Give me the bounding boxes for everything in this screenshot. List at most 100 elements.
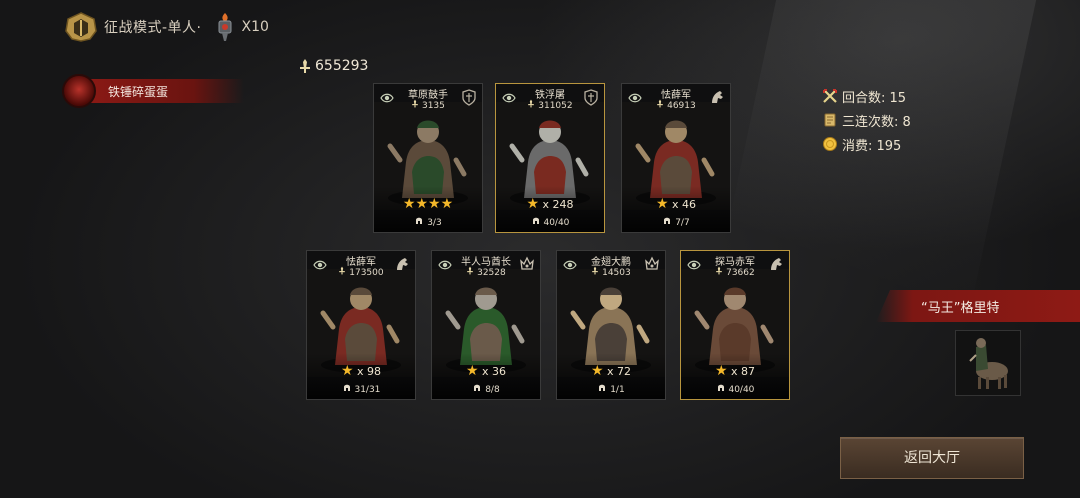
battle-stats: 回合数: 15 三连次数: 8 消费: 195 <box>822 84 911 156</box>
stat-combos: 三连次数: 8 <box>822 108 911 132</box>
top-bar: 征战模式-单人· X10 <box>64 10 269 44</box>
return-lobby-button[interactable]: 返回大厅 <box>840 437 1024 479</box>
shield-crest-icon <box>462 89 476 106</box>
unit-stars: ★ x 46 <box>622 197 730 211</box>
unit-troops-value: 40/40 <box>543 218 570 228</box>
player-avatar <box>62 74 96 108</box>
helmet-emblem-icon <box>65 12 97 42</box>
star-icon: ★ <box>526 196 540 212</box>
unit-star-multiplier: x 98 <box>357 365 382 378</box>
unit-power-value: 311052 <box>538 101 573 111</box>
unit-troops-value: 8/8 <box>485 385 500 395</box>
helmet-troop-icon <box>717 384 724 391</box>
boss-name: “马王”格里特 <box>921 301 1000 316</box>
unit-star-multiplier: x 36 <box>482 365 507 378</box>
mode-label: 征战模式-单人· <box>104 20 202 36</box>
star-icon: ★ <box>340 363 354 379</box>
unit-troops: 7/7 <box>622 215 730 228</box>
unit-troops: 3/3 <box>374 215 482 228</box>
total-power: 655293 <box>298 58 368 74</box>
unit-power-value: 14503 <box>602 268 631 278</box>
star-icon: ★ <box>440 196 454 212</box>
view-eye-icon[interactable] <box>313 259 327 271</box>
helmet-troop-icon <box>599 384 606 391</box>
star-icon: ★ <box>465 363 479 379</box>
unit-stars: ★ x 36 <box>432 364 540 378</box>
unit-troops: 40/40 <box>496 215 604 228</box>
unit-card[interactable]: 探马赤军 73662 ★ x 87 40/40 <box>680 250 790 400</box>
scroll-icon <box>824 113 836 127</box>
attempt-count: X10 <box>241 19 269 35</box>
helmet-troop-icon <box>532 217 539 224</box>
unit-card[interactable]: 怯薛军 46913 ★ x 46 7/7 <box>621 83 731 233</box>
unit-troops: 31/31 <box>307 382 415 395</box>
unit-power-value: 3135 <box>421 101 445 111</box>
player-name: 铁锤碎蛋蛋 <box>108 85 169 99</box>
unit-card[interactable]: 草原鼓手 3135 ★★★★ 3/3 <box>373 83 483 233</box>
horse-crest-icon <box>397 258 408 270</box>
view-eye-icon[interactable] <box>502 92 516 104</box>
crossed-swords-icon <box>823 89 837 103</box>
star-icon: ★ <box>714 363 728 379</box>
unit-card[interactable]: 半人马酋长 32528 ★ x 36 8/8 <box>431 250 541 400</box>
sword-power-icon <box>528 99 535 108</box>
unit-troops-value: 3/3 <box>427 218 442 228</box>
boss-centaur-art <box>956 331 1020 395</box>
star-icon: ★ <box>428 196 441 212</box>
total-power-value: 655293 <box>315 58 369 74</box>
unit-troops: 1/1 <box>557 382 665 395</box>
star-icon: ★ <box>415 196 428 212</box>
crown-crest-icon <box>520 256 534 270</box>
stat-rounds: 回合数: 15 <box>822 84 911 108</box>
horse-crest-icon <box>771 258 782 270</box>
sword-power-icon <box>339 266 346 275</box>
unit-stars: ★ x 87 <box>681 364 789 378</box>
view-eye-icon[interactable] <box>687 259 701 271</box>
sword-power-icon <box>716 266 723 275</box>
unit-power-value: 32528 <box>477 268 506 278</box>
view-eye-icon[interactable] <box>438 259 452 271</box>
stat-cost-text: 消费: 195 <box>842 138 902 154</box>
stat-rounds-text: 回合数: 15 <box>842 90 907 106</box>
helmet-troop-icon <box>416 217 423 224</box>
unit-troops: 40/40 <box>681 382 789 395</box>
unit-troops-value: 7/7 <box>675 218 690 228</box>
unit-stars: ★ x 72 <box>557 364 665 378</box>
sword-power-icon <box>592 266 599 275</box>
horse-crest-icon <box>712 91 723 103</box>
unit-stars: ★ x 248 <box>496 197 604 211</box>
helmet-troop-icon <box>343 384 350 391</box>
helmet-troop-icon <box>474 384 481 391</box>
unit-card[interactable]: 怯薛军 173500 ★ x 98 31/31 <box>306 250 416 400</box>
crown-crest-icon <box>645 256 659 270</box>
unit-star-multiplier: x 72 <box>607 365 632 378</box>
view-eye-icon[interactable] <box>380 92 394 104</box>
unit-troops-value: 31/31 <box>354 385 381 395</box>
unit-power-value: 73662 <box>726 268 755 278</box>
stat-combos-text: 三连次数: 8 <box>842 114 911 130</box>
unit-troops-value: 1/1 <box>610 385 625 395</box>
sword-power-icon <box>300 59 310 73</box>
unit-troops: 8/8 <box>432 382 540 395</box>
view-eye-icon[interactable] <box>628 92 642 104</box>
unit-power-value: 173500 <box>349 268 384 278</box>
stat-cost: 消费: 195 <box>822 132 911 156</box>
star-icon: ★ <box>655 196 669 212</box>
unit-card[interactable]: 金翅大鹏 14503 ★ x 72 1/1 <box>556 250 666 400</box>
unit-star-multiplier: x 87 <box>731 365 756 378</box>
unit-stars: ★★★★ <box>374 197 482 211</box>
shield-crest-icon <box>584 89 598 106</box>
unit-card[interactable]: 铁浮屠 311052 ★ x 248 40/40 <box>495 83 605 233</box>
unit-troops-value: 40/40 <box>728 385 755 395</box>
view-eye-icon[interactable] <box>563 259 577 271</box>
torch-lantern-icon <box>218 13 232 41</box>
boss-portrait <box>955 330 1021 396</box>
sword-power-icon <box>657 99 664 108</box>
unit-stars: ★ x 98 <box>307 364 415 378</box>
sword-power-icon <box>467 266 474 275</box>
star-icon: ★ <box>590 363 604 379</box>
sword-power-icon <box>412 99 418 108</box>
coin-icon <box>823 137 837 151</box>
helmet-troop-icon <box>664 217 671 224</box>
player-tag: 铁锤碎蛋蛋 <box>62 74 244 108</box>
